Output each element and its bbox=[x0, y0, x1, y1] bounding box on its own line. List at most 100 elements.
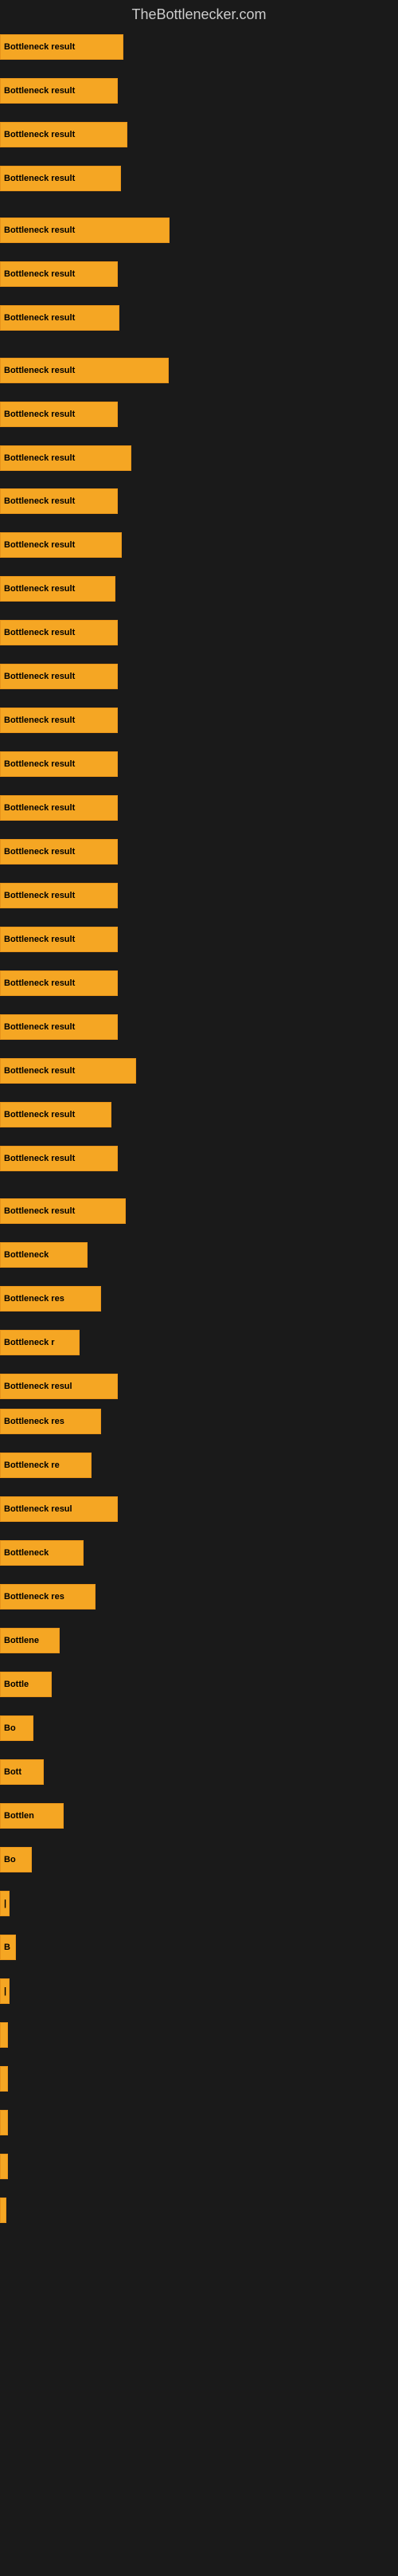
site-title-wrapper: TheBottlenecker.com bbox=[0, 0, 398, 26]
bar-label: Bottleneck result bbox=[4, 453, 75, 463]
bar-item: Bott bbox=[0, 1759, 44, 1785]
bar-label: Bottleneck result bbox=[4, 313, 75, 323]
bar-item: Bottlene bbox=[0, 1628, 60, 1653]
bar-item: Bottleneck result bbox=[0, 218, 170, 243]
bar-item: Bottleneck resul bbox=[0, 1496, 118, 1522]
bar bbox=[0, 2198, 6, 2223]
bar bbox=[0, 2066, 8, 2092]
bar: Bo bbox=[0, 1715, 33, 1741]
bar-item: Bottleneck result bbox=[0, 1102, 111, 1127]
bar: Bottleneck result bbox=[0, 78, 118, 104]
bar: B bbox=[0, 1935, 16, 1960]
bar: Bottleneck result bbox=[0, 839, 118, 865]
bar bbox=[0, 2110, 8, 2135]
bar-label: Bottleneck result bbox=[4, 1206, 75, 1216]
bar-label: Bottleneck result bbox=[4, 628, 75, 637]
bar: Bottleneck result bbox=[0, 795, 118, 821]
bar-item: Bottleneck result bbox=[0, 927, 118, 952]
bar-label: Bottleneck result bbox=[4, 716, 75, 725]
bar-item: Bottleneck result bbox=[0, 1198, 126, 1224]
bar-item: Bo bbox=[0, 1847, 32, 1872]
bar-label: Bottleneck result bbox=[4, 935, 75, 944]
bar: Bottleneck result bbox=[0, 751, 118, 777]
bar: Bottleneck result bbox=[0, 402, 118, 427]
site-title: TheBottlenecker.com bbox=[0, 0, 398, 26]
bar: Bottlene bbox=[0, 1628, 60, 1653]
bar-label: Bottlene bbox=[4, 1636, 39, 1645]
bar-item: Bottleneck result bbox=[0, 620, 118, 645]
bar: Bottleneck result bbox=[0, 1198, 126, 1224]
bar-item: Bottleneck result bbox=[0, 305, 119, 331]
bar: Bottleneck result bbox=[0, 358, 169, 383]
bar-item: Bottleneck result bbox=[0, 1014, 118, 1040]
bar: Bottleneck res bbox=[0, 1409, 101, 1434]
bar-item: Bottleneck re bbox=[0, 1453, 92, 1478]
bar: Bottleneck result bbox=[0, 34, 123, 60]
bar-label: Bo bbox=[4, 1723, 16, 1733]
bar-label: Bottleneck result bbox=[4, 130, 75, 139]
bar-item bbox=[0, 2110, 8, 2135]
bar-label: Bottleneck result bbox=[4, 86, 75, 96]
bar-item: Bottleneck result bbox=[0, 402, 118, 427]
bar-item: | bbox=[0, 1978, 10, 2004]
bar-label: Bottleneck result bbox=[4, 847, 75, 857]
bar: Bottleneck result bbox=[0, 708, 118, 733]
bar-item: Bottleneck result bbox=[0, 34, 123, 60]
bar-item: Bottleneck result bbox=[0, 1146, 118, 1171]
bar: Bottleneck result bbox=[0, 261, 118, 287]
bar-label: Bottleneck result bbox=[4, 759, 75, 769]
bar: Bottleneck result bbox=[0, 576, 115, 602]
bar: Bottleneck result bbox=[0, 532, 122, 558]
bar-label: Bottleneck result bbox=[4, 269, 75, 279]
bar: Bottleneck result bbox=[0, 166, 121, 191]
bar: Bottleneck resul bbox=[0, 1374, 118, 1399]
bar: Bottleneck result bbox=[0, 122, 127, 147]
bar-label: Bottle bbox=[4, 1680, 29, 1689]
bar-label: | bbox=[4, 1899, 6, 1908]
bar: Bottleneck bbox=[0, 1242, 88, 1268]
chart-container: Bottleneck result Bottleneck result Bottle… bbox=[0, 26, 398, 2576]
bar: Bottleneck result bbox=[0, 218, 170, 243]
bar-label: Bottleneck bbox=[4, 1548, 49, 1558]
bar: Bottleneck resul bbox=[0, 1496, 118, 1522]
bar-item: Bottleneck result bbox=[0, 261, 118, 287]
bar: Bottleneck result bbox=[0, 620, 118, 645]
bar-item: Bottleneck result bbox=[0, 166, 121, 191]
bar-item bbox=[0, 2022, 8, 2048]
bar: Bottleneck bbox=[0, 1540, 84, 1566]
bar-label: Bottleneck result bbox=[4, 1154, 75, 1163]
bar-item bbox=[0, 2066, 8, 2092]
bar: Bottleneck result bbox=[0, 445, 131, 471]
bar-label: Bottleneck result bbox=[4, 672, 75, 681]
bar-item: Bottleneck result bbox=[0, 664, 118, 689]
bar-label: Bottleneck resul bbox=[4, 1504, 72, 1514]
bar: Bottle bbox=[0, 1672, 52, 1697]
bar-item bbox=[0, 2154, 8, 2179]
bar-label: Bottleneck result bbox=[4, 496, 75, 506]
bar: Bottleneck result bbox=[0, 1102, 111, 1127]
bar: Bottleneck result bbox=[0, 927, 118, 952]
bar bbox=[0, 2154, 8, 2179]
bar-label: Bottleneck bbox=[4, 1250, 49, 1260]
bar-label: Bottleneck result bbox=[4, 803, 75, 813]
bar-label: Bottlen bbox=[4, 1811, 34, 1821]
bar: Bott bbox=[0, 1759, 44, 1785]
bar-item: Bottleneck res bbox=[0, 1286, 101, 1312]
bar: Bottleneck result bbox=[0, 1058, 136, 1084]
bar: Bottleneck result bbox=[0, 488, 118, 514]
bar-item: B bbox=[0, 1935, 16, 1960]
bar-item: Bottle bbox=[0, 1672, 52, 1697]
bar-item: Bottleneck result bbox=[0, 883, 118, 908]
bar-label: Bott bbox=[4, 1767, 21, 1777]
bar-item: Bottleneck r bbox=[0, 1330, 80, 1355]
bar-label: Bottleneck res bbox=[4, 1592, 64, 1602]
bar: Bottleneck res bbox=[0, 1286, 101, 1312]
bar-label: Bottleneck result bbox=[4, 1022, 75, 1032]
bar-label: Bottleneck result bbox=[4, 891, 75, 900]
bar-item: Bo bbox=[0, 1715, 33, 1741]
bar-label: Bottleneck r bbox=[4, 1338, 55, 1347]
bar-item: Bottleneck result bbox=[0, 708, 118, 733]
bar-label: Bottleneck result bbox=[4, 540, 75, 550]
bar-label: Bottleneck result bbox=[4, 978, 75, 988]
bar-item: Bottleneck bbox=[0, 1540, 84, 1566]
